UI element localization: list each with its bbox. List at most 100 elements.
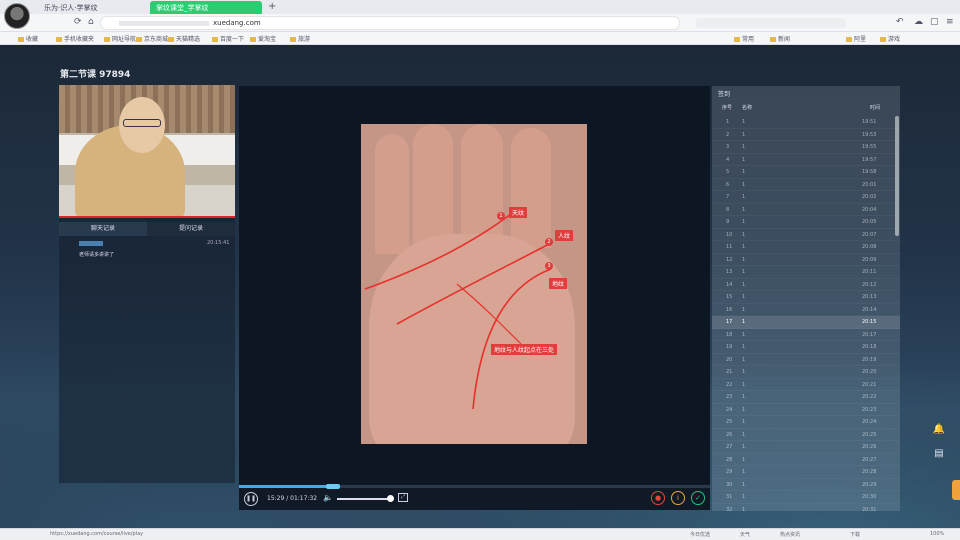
row-time: 19:57 (862, 156, 877, 163)
table-row[interactable]: 32 1 20:31 (712, 504, 900, 512)
progress-knob[interactable] (326, 484, 341, 489)
row-time: 20:15 (862, 319, 877, 325)
profile-avatar[interactable] (4, 3, 30, 29)
new-tab-icon[interactable]: + (268, 1, 276, 12)
row-time: 20:07 (862, 231, 877, 238)
table-row[interactable]: 22 1 20:21 (712, 379, 900, 391)
table-row[interactable]: 3 1 19:55 (712, 141, 900, 154)
bookmark-7[interactable]: 旅游 (290, 34, 310, 43)
volume-knob[interactable] (387, 495, 395, 502)
table-row[interactable]: 21 1 20:20 (712, 366, 900, 379)
table-row[interactable]: 31 1 20:30 (712, 491, 900, 504)
signin-rows: 1 1 19:51 2 1 19:53 3 1 19:55 4 1 19:57 5 1 19:58 6 1 20:… (712, 116, 900, 511)
table-row[interactable]: 16 1 20:14 (712, 304, 900, 316)
bookmark-6[interactable]: 爱淘宝 (250, 34, 276, 43)
menu-icon[interactable]: ≡ (946, 17, 954, 27)
table-row[interactable]: 12 1 20:09 (712, 254, 900, 266)
bookmark-10[interactable]: 阿里 (846, 34, 866, 43)
table-row[interactable]: 1 1 19:51 (712, 116, 900, 129)
row-no: 21 (726, 369, 733, 375)
info-icon[interactable]: i (671, 491, 685, 505)
undo-icon[interactable]: ↶ (896, 17, 904, 27)
table-row[interactable]: 8 1 20:04 (712, 204, 900, 216)
address-bar[interactable]: xuedang.com (100, 16, 680, 30)
row-no: 13 (726, 269, 733, 275)
bookmark-0[interactable]: 收藏 (18, 34, 38, 43)
row-no: 31 (726, 494, 733, 500)
table-row[interactable]: 10 1 20:07 (712, 229, 900, 241)
status-item-2[interactable]: 热点资讯 (780, 531, 800, 538)
tab-2-active[interactable]: 掌纹课堂_学掌纹 (150, 1, 262, 14)
bookmark-9[interactable]: 新闻 (770, 34, 790, 43)
row-name: 1 (742, 181, 746, 188)
table-row[interactable]: 30 1 20:29 (712, 479, 900, 491)
fullscreen-icon[interactable]: ⤢ (398, 493, 408, 502)
bookmark-5[interactable]: 百度一下 (212, 34, 244, 43)
volume-icon[interactable]: 🔈 (323, 493, 333, 502)
table-row[interactable]: 24 1 20:23 (712, 404, 900, 416)
bookmark-8[interactable]: 常用 (734, 34, 754, 43)
teacher-camera (59, 85, 235, 218)
table-row[interactable]: 2 1 19:53 (712, 129, 900, 141)
table-row[interactable]: 5 1 19:58 (712, 166, 900, 179)
table-row[interactable]: 20 1 20:19 (712, 354, 900, 366)
chat-bubble-icon[interactable]: ▤ (932, 448, 946, 462)
table-row[interactable]: 23 1 20:22 (712, 391, 900, 404)
row-time: 20:05 (862, 219, 877, 225)
row-no: 8 (726, 206, 730, 213)
table-row[interactable]: 15 1 20:13 (712, 291, 900, 304)
row-name: 1 (742, 119, 746, 125)
status-item-0[interactable]: 今日优选 (690, 531, 710, 538)
row-name: 1 (742, 131, 746, 138)
row-name: 1 (742, 456, 746, 463)
bookmark-11[interactable]: 游戏 (880, 34, 900, 43)
table-row[interactable]: 27 1 20:26 (712, 441, 900, 454)
status-item-4[interactable]: 100% (930, 531, 944, 537)
row-no: 29 (726, 469, 733, 475)
rec-icon[interactable]: ● (651, 491, 665, 505)
signin-scrollbar[interactable] (895, 116, 899, 236)
row-time: 20:28 (862, 469, 877, 475)
bookmark-2[interactable]: 网址导航 (104, 34, 136, 43)
table-row[interactable]: 11 1 20:08 (712, 241, 900, 254)
refresh-icon[interactable]: ⟳ (74, 17, 82, 27)
cloud-icon[interactable]: ☁ (914, 17, 923, 27)
status-item-1[interactable]: 天气 (740, 531, 750, 538)
table-row[interactable]: 19 1 20:18 (712, 341, 900, 354)
home-icon[interactable]: ⌂ (88, 17, 94, 27)
label-note: 地纹与人纹起点在三处 (491, 344, 558, 355)
table-row[interactable]: 26 1 20:25 (712, 429, 900, 441)
volume-slider[interactable] (337, 498, 393, 500)
table-row[interactable]: 17 1 20:15 (712, 316, 900, 329)
bookmark-bar: 收藏 手机收藏夹 网址导航 京东商城 天猫精选 百度一下 爱淘宝 旅游 常用 新… (0, 32, 960, 45)
table-row[interactable]: 18 1 20:17 (712, 329, 900, 341)
bookmark-4[interactable]: 天猫精选 (168, 34, 200, 43)
row-time: 19:55 (862, 144, 877, 150)
search-box[interactable] (696, 18, 846, 28)
table-row[interactable]: 9 1 20:05 (712, 216, 900, 229)
tab-question-record[interactable]: 提问记录 (147, 222, 235, 236)
table-row[interactable]: 6 1 20:01 (712, 179, 900, 191)
pause-icon[interactable]: ❚❚ (244, 492, 258, 506)
table-row[interactable]: 25 1 20:24 (712, 416, 900, 429)
progress-bar[interactable] (239, 484, 710, 489)
table-row[interactable]: 28 1 20:27 (712, 454, 900, 466)
check-icon[interactable]: ✓ (691, 491, 705, 505)
row-time: 20:17 (862, 331, 877, 338)
side-feedback-tab[interactable] (952, 480, 960, 500)
status-item-3[interactable]: 下载 (850, 531, 860, 538)
table-row[interactable]: 29 1 20:28 (712, 466, 900, 479)
row-name: 1 (742, 481, 746, 488)
bookmark-3[interactable]: 京东商城 (136, 34, 168, 43)
table-row[interactable]: 14 1 20:12 (712, 279, 900, 291)
tab-1[interactable]: 乐为·识人·学掌纹 (38, 1, 146, 14)
table-row[interactable]: 4 1 19:57 (712, 154, 900, 166)
tab-chat-record[interactable]: 聊天记录 (59, 222, 147, 236)
window-icon[interactable]: ▢ (930, 17, 939, 27)
status-bar: https://xuedang.com/course/live/play 今日优… (0, 528, 960, 540)
bell-icon[interactable]: 🔔 (932, 424, 946, 438)
bookmark-1[interactable]: 手机收藏夹 (56, 34, 94, 43)
table-row[interactable]: 7 1 20:02 (712, 191, 900, 204)
table-row[interactable]: 13 1 20:11 (712, 266, 900, 279)
row-time: 19:51 (862, 119, 877, 125)
